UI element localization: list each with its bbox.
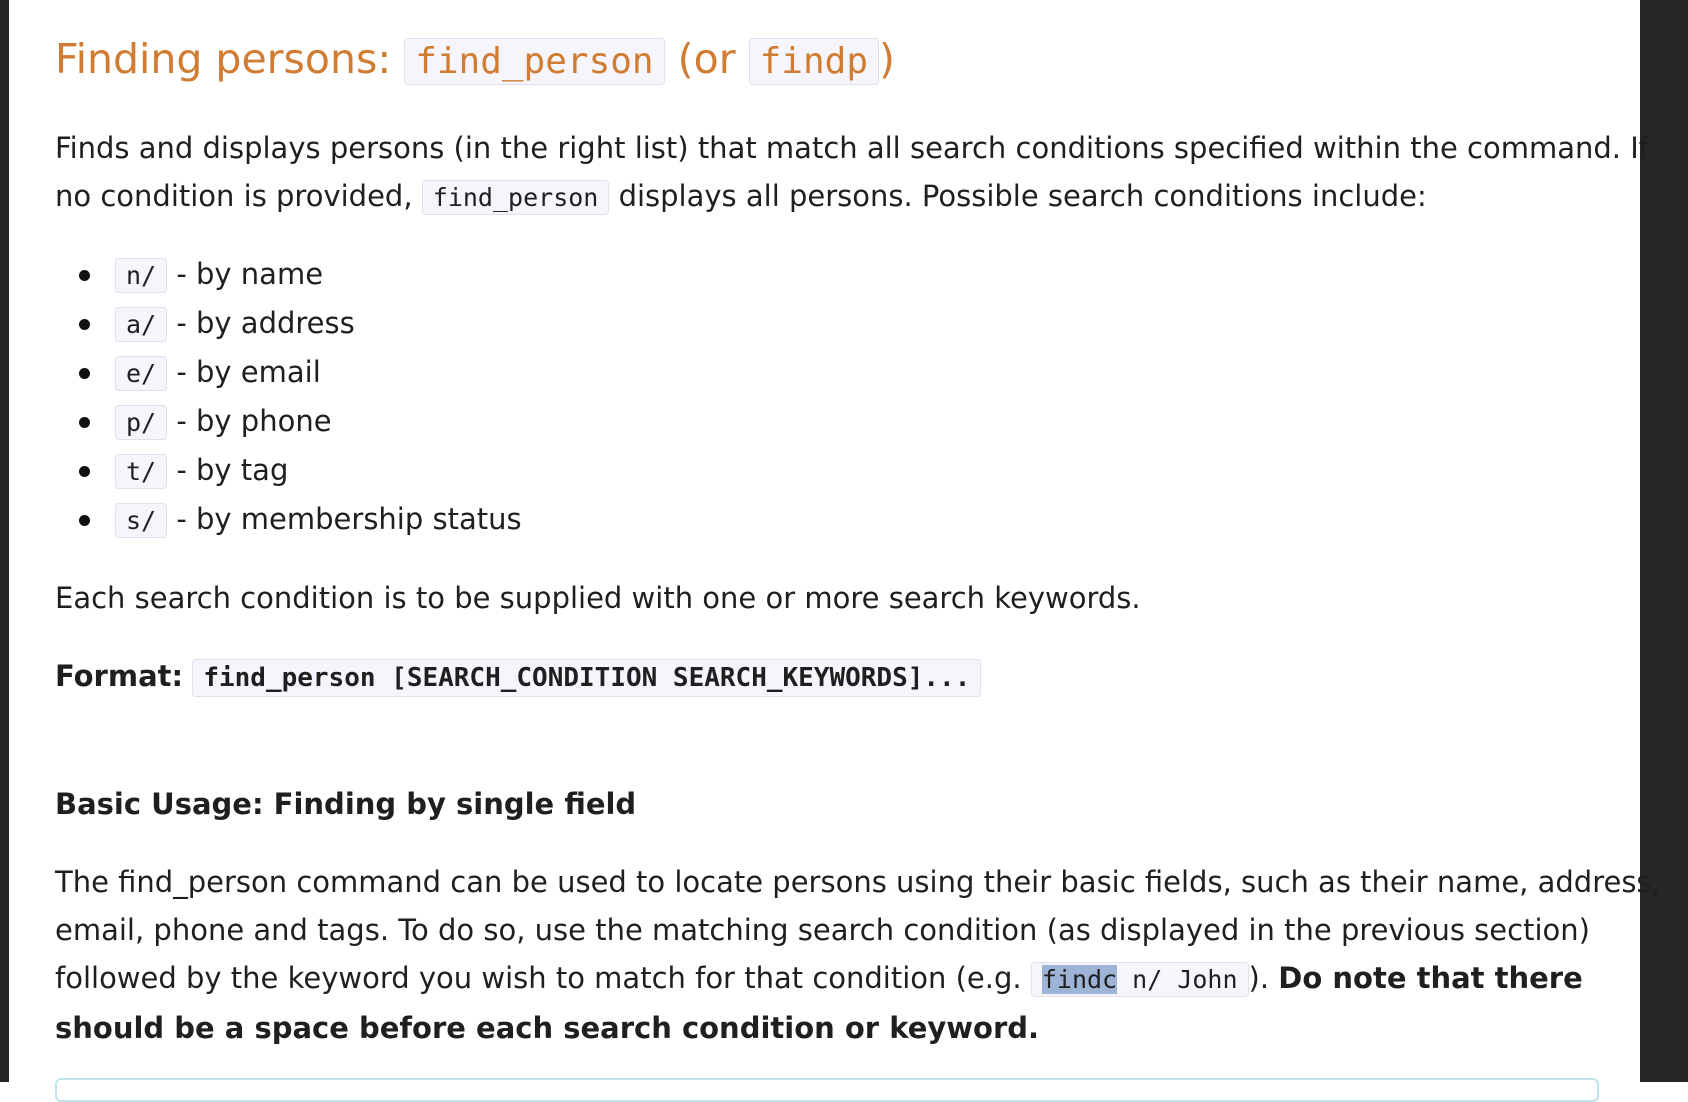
usage-note-bold-2: should be a space before each search con…: [55, 1011, 1040, 1045]
selected-text-highlight: findc: [1041, 965, 1118, 994]
format-code: find_person [SEARCH_CONDITION SEARCH_KEY…: [192, 659, 982, 697]
condition-description: - by address: [167, 306, 355, 340]
format-line: Format: find_person [SEARCH_CONDITION SE…: [55, 652, 982, 702]
basic-usage-paragraph: The find_person command can be used to l…: [55, 858, 1661, 1052]
left-scroll-edge: [0, 0, 9, 1082]
condition-description: - by membership status: [167, 502, 522, 536]
list-item: t/ - by tag: [55, 446, 522, 495]
usage-note-bold-1: Do note that there: [1278, 961, 1583, 995]
list-item: a/ - by address: [55, 299, 522, 348]
heading-middle: (or: [664, 35, 749, 83]
search-conditions-list: n/ - by name a/ - by address e/ - by ema…: [55, 250, 522, 544]
usage-line-4: should be a space before each search con…: [55, 1004, 1615, 1052]
list-item: n/ - by name: [55, 250, 522, 299]
heading-prefix: Finding persons:: [55, 35, 405, 83]
basic-usage-heading: Basic Usage: Finding by single field: [55, 787, 637, 821]
list-item: e/ - by email: [55, 348, 522, 397]
condition-description: - by tag: [167, 453, 289, 487]
list-item: s/ - by membership status: [55, 495, 522, 544]
condition-prefix-code: e/: [115, 356, 168, 391]
format-label: Format:: [55, 659, 184, 693]
example-command-rest: n/ John: [1117, 965, 1238, 994]
condition-prefix-code: n/: [115, 258, 168, 293]
heading-command-code: find_person: [404, 38, 665, 85]
usage-line-2: email, phone and tags. To do so, use the…: [55, 913, 1590, 947]
heading-suffix: ): [879, 35, 895, 83]
intro-line-2-after: displays all persons. Possible search co…: [609, 179, 1427, 213]
usage-line-3-before: followed by the keyword you wish to matc…: [55, 961, 1031, 995]
usage-line-3-after: ).: [1248, 961, 1279, 995]
keywords-note: Each search condition is to be supplied …: [55, 581, 1141, 615]
condition-description: - by email: [167, 355, 321, 389]
intro-line-2-before: no condition is provided,: [55, 179, 422, 213]
heading-alias-code: findp: [748, 38, 879, 85]
condition-description: - by name: [167, 257, 324, 291]
condition-prefix-code: s/: [115, 503, 168, 538]
condition-prefix-code: p/: [115, 405, 168, 440]
condition-prefix-code: a/: [115, 307, 168, 342]
intro-command-code: find_person: [421, 180, 610, 215]
list-item: p/ - by phone: [55, 397, 522, 446]
condition-prefix-code: t/: [115, 454, 168, 489]
usage-line-1: The find_person command can be used to l…: [55, 865, 1661, 899]
intro-line-1: Finds and displays persons (in the right…: [55, 131, 1649, 165]
section-heading: Finding persons: find_person (or findp): [55, 28, 895, 93]
usage-line-3: followed by the keyword you wish to matc…: [55, 954, 1615, 1004]
example-command-code: findc n/ John: [1030, 962, 1249, 997]
condition-description: - by phone: [167, 404, 332, 438]
intro-line-2: no condition is provided, find_person di…: [55, 172, 1427, 222]
